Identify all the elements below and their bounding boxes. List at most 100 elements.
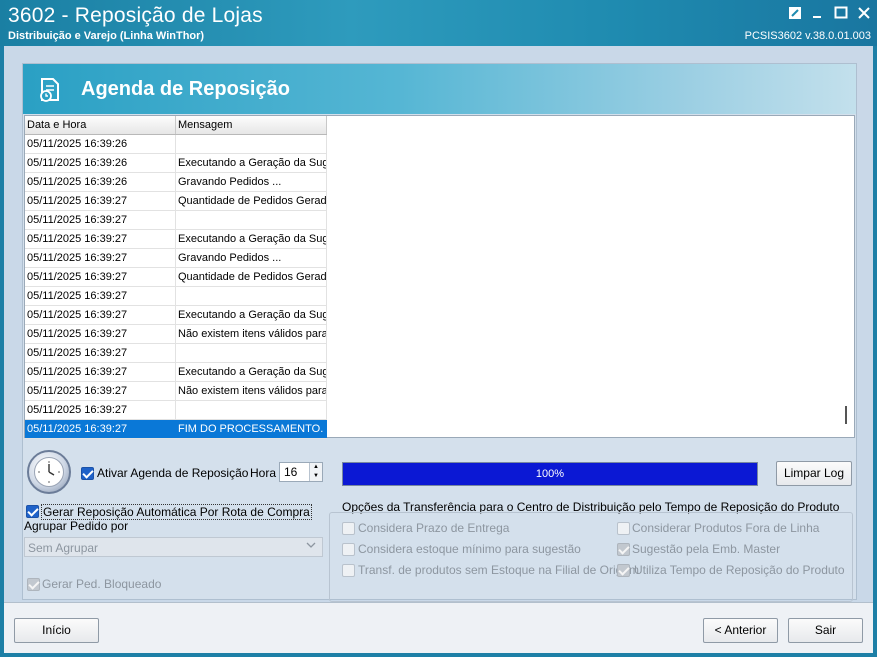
hour-spinner[interactable]: 16 ▲ ▼ bbox=[279, 462, 323, 482]
start-button[interactable]: Início bbox=[14, 618, 99, 643]
table-row[interactable]: 05/11/2025 16:39:27 Não existem itens vál… bbox=[25, 325, 327, 344]
table-row[interactable]: 05/11/2025 16:39:27 bbox=[25, 287, 327, 306]
cell-message bbox=[176, 287, 327, 305]
spin-up-icon[interactable]: ▲ bbox=[309, 463, 322, 472]
previous-button-label: < Anterior bbox=[714, 623, 767, 637]
table-row[interactable]: 05/11/2025 16:39:27 Quantidade de Pedidos… bbox=[25, 268, 327, 287]
version-label: PCSIS3602 v.38.0.01.003 bbox=[744, 30, 871, 42]
option-delivery-time-label: Considera Prazo de Entrega bbox=[358, 521, 510, 535]
maximize-icon[interactable] bbox=[833, 6, 849, 22]
cell-date: 05/11/2025 16:39:26 bbox=[25, 173, 176, 191]
blocked-order-label: Gerar Ped. Bloqueado bbox=[42, 577, 162, 591]
option-replenish-time-label: Utiliza Tempo de Reposição do Produto bbox=[634, 563, 845, 577]
vertical-scrollbar-thumb[interactable] bbox=[845, 406, 847, 424]
wizard-panel: Agenda de Reposição Data e Hora Mensagem… bbox=[22, 63, 857, 602]
exit-button-label: Sair bbox=[814, 623, 837, 637]
table-row[interactable]: 05/11/2025 16:39:27 Gravando Pedidos ... bbox=[25, 249, 327, 268]
cell-date: 05/11/2025 16:39:27 bbox=[25, 211, 176, 229]
cell-date: 05/11/2025 16:39:27 bbox=[25, 268, 176, 286]
auto-route-label: Gerar Reposição Automática Por Rota de C… bbox=[41, 504, 312, 520]
cell-message: Não existem itens válidos para bbox=[176, 325, 327, 343]
cell-message: Quantidade de Pedidos Gerado bbox=[176, 192, 327, 210]
client-area: Agenda de Reposição Data e Hora Mensagem… bbox=[4, 46, 873, 653]
table-row[interactable]: 05/11/2025 16:39:26 Executando a Geração … bbox=[25, 154, 327, 173]
cell-date: 05/11/2025 16:39:27 bbox=[25, 420, 176, 438]
start-button-label: Início bbox=[42, 623, 71, 637]
clear-log-button[interactable]: Limpar Log bbox=[776, 461, 852, 486]
footer-bar: Início < Anterior Sair bbox=[4, 602, 873, 653]
chevron-down-icon bbox=[306, 541, 316, 552]
cell-date: 05/11/2025 16:39:27 bbox=[25, 249, 176, 267]
cell-date: 05/11/2025 16:39:27 bbox=[25, 382, 176, 400]
table-row[interactable]: 05/11/2025 16:39:27 bbox=[25, 401, 327, 420]
option-out-of-line-label: Considerar Produtos Fora de Linha bbox=[632, 521, 820, 535]
option-master-pack-label: Sugestão pela Emb. Master bbox=[632, 542, 781, 556]
exit-button[interactable]: Sair bbox=[788, 618, 863, 643]
cell-message bbox=[176, 401, 327, 419]
title-bar: 3602 - Reposição de Lojas Distribuição e… bbox=[0, 0, 877, 46]
option-delivery-time-checkbox[interactable] bbox=[342, 522, 355, 535]
cell-date: 05/11/2025 16:39:27 bbox=[25, 287, 176, 305]
cell-date: 05/11/2025 16:39:27 bbox=[25, 306, 176, 324]
table-row[interactable]: 05/11/2025 16:39:27 Não existem itens vál… bbox=[25, 382, 327, 401]
window-subtitle: Distribuição e Varejo (Linha WinThor) bbox=[8, 30, 205, 42]
cell-date: 05/11/2025 16:39:27 bbox=[25, 363, 176, 381]
cell-message: Executando a Geração da Suge bbox=[176, 230, 327, 248]
clock-icon bbox=[27, 450, 71, 494]
cell-date: 05/11/2025 16:39:26 bbox=[25, 135, 176, 153]
log-grid[interactable]: Data e Hora Mensagem 05/11/2025 16:39:26… bbox=[24, 115, 855, 439]
blocked-order-checkbox[interactable] bbox=[27, 578, 40, 591]
group-by-select[interactable]: Sem Agrupar bbox=[24, 537, 323, 557]
table-row[interactable]: 05/11/2025 16:39:27 FIM DO PROCESSAMENTO. bbox=[25, 420, 327, 439]
restore-window-icon[interactable] bbox=[787, 6, 803, 22]
table-row[interactable]: 05/11/2025 16:39:27 bbox=[25, 344, 327, 363]
column-header-date[interactable]: Data e Hora bbox=[25, 116, 176, 134]
column-header-message[interactable]: Mensagem bbox=[176, 116, 327, 134]
page-header: Agenda de Reposição bbox=[23, 64, 856, 114]
table-row[interactable]: 05/11/2025 16:39:27 Quantidade de Pedidos… bbox=[25, 192, 327, 211]
cell-message bbox=[176, 135, 327, 153]
option-min-stock-checkbox[interactable] bbox=[342, 543, 355, 556]
cell-message: Quantidade de Pedidos Gerado bbox=[176, 268, 327, 286]
table-row[interactable]: 05/11/2025 16:39:26 bbox=[25, 135, 327, 154]
cell-message: Executando a Geração da Suge bbox=[176, 306, 327, 324]
table-row[interactable]: 05/11/2025 16:39:27 bbox=[25, 211, 327, 230]
table-row[interactable]: 05/11/2025 16:39:26 Gravando Pedidos ... bbox=[25, 173, 327, 192]
option-master-pack-checkbox[interactable] bbox=[617, 543, 630, 556]
previous-button[interactable]: < Anterior bbox=[703, 618, 778, 643]
group-by-value: Sem Agrupar bbox=[28, 541, 99, 555]
hour-value: 16 bbox=[284, 465, 298, 479]
cell-date: 05/11/2025 16:39:26 bbox=[25, 154, 176, 172]
log-table: Data e Hora Mensagem 05/11/2025 16:39:26… bbox=[25, 116, 327, 439]
cell-message bbox=[176, 344, 327, 362]
cell-date: 05/11/2025 16:39:27 bbox=[25, 401, 176, 419]
close-icon[interactable] bbox=[856, 6, 872, 22]
cell-date: 05/11/2025 16:39:27 bbox=[25, 325, 176, 343]
cell-message: Gravando Pedidos ... bbox=[176, 249, 327, 267]
cell-message: FIM DO PROCESSAMENTO. bbox=[176, 420, 327, 438]
option-replenish-time-checkbox[interactable] bbox=[617, 564, 630, 577]
spin-down-icon[interactable]: ▼ bbox=[309, 472, 322, 481]
activate-schedule-label: Ativar Agenda de Reposição bbox=[97, 466, 249, 480]
group-by-label: Agrupar Pedido por bbox=[24, 519, 129, 533]
option-out-of-line-checkbox[interactable] bbox=[617, 522, 630, 535]
schedule-document-icon bbox=[37, 77, 63, 103]
option-min-stock-label: Considera estoque mínimo para sugestão bbox=[358, 542, 581, 556]
auto-route-checkbox[interactable] bbox=[26, 505, 39, 518]
hour-label: Hora bbox=[250, 466, 277, 480]
option-no-stock-label: Transf. de produtos sem Estoque na Filia… bbox=[358, 563, 640, 577]
page-title: Agenda de Reposição bbox=[81, 78, 290, 100]
cell-date: 05/11/2025 16:39:27 bbox=[25, 344, 176, 362]
progress-bar: 100% bbox=[342, 462, 758, 486]
activate-schedule-checkbox[interactable] bbox=[81, 467, 94, 480]
cell-message: Executando a Geração da Suge bbox=[176, 154, 327, 172]
table-row[interactable]: 05/11/2025 16:39:27 Executando a Geração … bbox=[25, 230, 327, 249]
cell-message: Gravando Pedidos ... bbox=[176, 173, 327, 191]
table-row[interactable]: 05/11/2025 16:39:27 Executando a Geração … bbox=[25, 306, 327, 325]
minimize-icon[interactable] bbox=[810, 6, 826, 22]
cell-message: Não existem itens válidos para bbox=[176, 382, 327, 400]
cell-message bbox=[176, 211, 327, 229]
option-no-stock-checkbox[interactable] bbox=[342, 564, 355, 577]
table-row[interactable]: 05/11/2025 16:39:27 Executando a Geração … bbox=[25, 363, 327, 382]
progress-text: 100% bbox=[535, 468, 565, 480]
